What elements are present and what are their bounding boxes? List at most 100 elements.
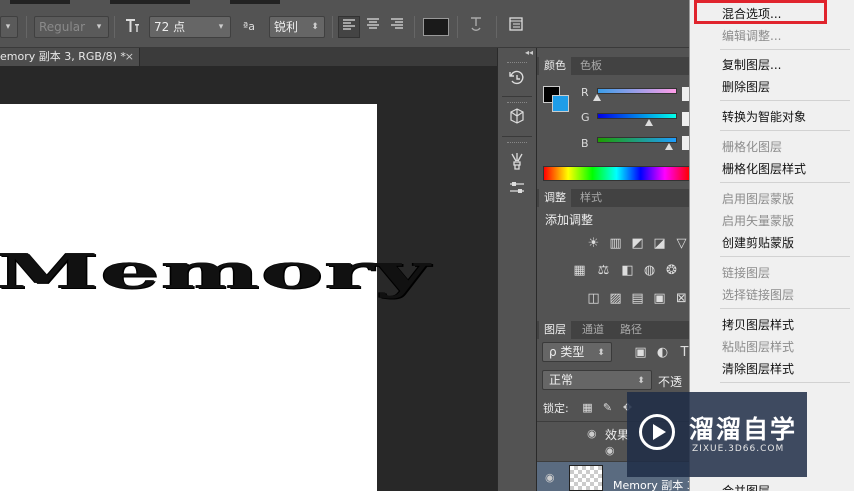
menu-item-link-layers: 链接图层 [722, 266, 771, 280]
exposure-icon[interactable]: ◪ [651, 236, 668, 251]
play-logo-icon [639, 414, 675, 450]
color-spectrum-bar[interactable] [543, 166, 690, 181]
antialias-value: 锐利 [274, 20, 299, 34]
canvas-area[interactable]: Memory [0, 66, 497, 491]
menu-item-rasterize-layer-style[interactable]: 栅格化图层样式 [722, 160, 806, 177]
tab-adjustments[interactable]: 调整 [539, 189, 571, 207]
color-balance-icon[interactable]: ⚖ [595, 263, 612, 278]
canvas-text-layer[interactable]: Memory [0, 244, 431, 300]
photo-filter-icon[interactable]: ◍ [641, 263, 658, 278]
opacity-label: 不透 [658, 375, 683, 389]
font-style-select[interactable]: Regular ▾ [34, 16, 109, 38]
text-color-swatch[interactable] [423, 18, 449, 36]
menu-bar-remnant [230, 0, 280, 4]
tab-color[interactable]: 颜色 [539, 57, 571, 75]
grip-icon[interactable] [507, 102, 527, 105]
collapsed-panel-strip: ◂◂ [497, 48, 537, 491]
menu-item-convert-smart-object[interactable]: 转换为智能对象 [722, 108, 806, 125]
add-adjustment-title: 添加调整 [545, 213, 594, 227]
channel-b-label: B [581, 137, 589, 150]
gradient-map-icon[interactable]: ▣ [651, 291, 668, 306]
channel-b-thumb[interactable] [665, 143, 673, 150]
curves-icon[interactable]: ◩ [629, 236, 646, 251]
font-family-dropdown-arrow[interactable]: ▾ [0, 16, 18, 38]
grip-icon[interactable] [507, 62, 527, 65]
hue-saturation-icon[interactable]: ▦ [571, 263, 588, 278]
menu-item-enable-layer-mask: 启用图层蒙版 [722, 192, 795, 206]
filter-image-icon[interactable]: ▣ [632, 345, 649, 360]
text-size-icon [121, 16, 143, 38]
menu-item-duplicate-layer[interactable]: 复制图层... [722, 56, 781, 73]
stepper-icon: ⬍ [311, 22, 319, 32]
brightness-icon[interactable]: ☀ [585, 236, 602, 251]
chevron-down-icon: ▾ [218, 22, 224, 32]
tab-swatches[interactable]: 色板 [575, 57, 607, 75]
menu-item-enable-vector-mask: 启用矢量蒙版 [722, 214, 795, 228]
align-right-button[interactable] [386, 16, 408, 38]
filter-adjustment-icon[interactable]: ◐ [654, 345, 671, 360]
posterize-icon[interactable]: ▨ [607, 291, 624, 306]
menu-item-clear-layer-style[interactable]: 清除图层样式 [722, 360, 794, 377]
channel-mixer-icon[interactable]: ❂ [663, 263, 680, 278]
brush-presets-icon[interactable] [505, 152, 529, 174]
stepper-icon: ⬍ [597, 348, 605, 358]
document-tab-bar: emory 副本 3, RGB/8) * × [0, 48, 497, 66]
blend-mode-value: 正常 [549, 373, 574, 387]
eye-icon[interactable]: ◉ [587, 427, 597, 440]
tool-presets-icon[interactable] [505, 180, 529, 202]
eye-icon[interactable]: ◉ [545, 471, 555, 484]
vibrance-icon[interactable]: ▽ [673, 236, 690, 251]
document-tab[interactable]: emory 副本 3, RGB/8) * × [0, 48, 140, 66]
channel-r-label: R [581, 86, 589, 99]
close-icon[interactable]: × [125, 48, 134, 66]
eye-icon[interactable]: ◉ [605, 444, 615, 457]
blend-mode-select[interactable]: 正常 ⬍ [542, 370, 652, 390]
history-icon[interactable] [505, 70, 529, 92]
black-white-icon[interactable]: ◧ [619, 263, 636, 278]
channel-g-thumb[interactable] [645, 119, 653, 126]
layers-panel-tabs: 图层 通道 路径 [537, 321, 690, 339]
threshold-icon[interactable]: ▤ [629, 291, 646, 306]
layer-thumbnail [569, 465, 603, 491]
options-bar: ▾ Regular ▾ 72 点 ▾ ªa 锐利 ⬍ [0, 0, 690, 48]
antialias-select[interactable]: 锐利 ⬍ [269, 16, 325, 38]
menu-item-select-linked-layers: 选择链接图层 [722, 288, 795, 302]
warp-text-icon[interactable] [465, 16, 487, 38]
menu-item-delete-layer[interactable]: 删除图层 [722, 78, 770, 95]
channel-g-slider[interactable] [597, 113, 677, 119]
background-color-swatch[interactable] [552, 95, 569, 112]
font-size-select[interactable]: 72 点 ▾ [149, 16, 231, 38]
menu-bar-remnant [10, 0, 70, 4]
menu-item-merge-layers[interactable]: 合并图层 [722, 482, 770, 491]
channel-g-label: G [581, 111, 590, 124]
channel-r-thumb[interactable] [593, 94, 601, 101]
selective-color-icon[interactable]: ⊠ [673, 291, 690, 306]
document-canvas[interactable]: Memory [0, 104, 429, 491]
grip-icon[interactable] [507, 142, 527, 145]
menu-item-rasterize-layer: 栅格化图层 [722, 140, 783, 154]
lock-pixels-icon[interactable]: ✎ [601, 401, 614, 414]
lock-transparent-icon[interactable]: ▦ [581, 401, 594, 414]
align-left-button[interactable] [338, 16, 360, 38]
document-tab-title: emory 副本 3, RGB/8) * [0, 50, 126, 63]
tab-styles[interactable]: 样式 [575, 189, 607, 207]
tab-channels[interactable]: 通道 [577, 321, 609, 339]
stepper-icon: ⬍ [637, 376, 645, 386]
collapse-arrows-icon[interactable]: ◂◂ [525, 48, 533, 57]
tab-layers[interactable]: 图层 [539, 321, 571, 339]
menu-item-copy-layer-style[interactable]: 拷贝图层样式 [722, 316, 794, 333]
menu-item-paste-layer-style: 粘贴图层样式 [722, 340, 795, 354]
levels-icon[interactable]: ▥ [607, 236, 624, 251]
invert-icon[interactable]: ◫ [585, 291, 602, 306]
menu-item-blending-options[interactable]: 混合选项... [722, 5, 781, 22]
menu-item-create-clipping-mask[interactable]: 创建剪贴蒙版 [722, 234, 794, 251]
align-center-button[interactable] [362, 16, 384, 38]
layer-filter-select[interactable]: ρ 类型 ⬍ [542, 342, 612, 362]
layer-name[interactable]: Memory 副本 3 [613, 477, 694, 491]
channel-r-slider[interactable] [597, 88, 677, 94]
watermark-title: 溜溜自学 [689, 415, 798, 444]
menu-item-edit-adjustment: 编辑调整... [722, 29, 782, 43]
tab-paths[interactable]: 路径 [615, 321, 647, 339]
3d-cube-icon[interactable] [505, 108, 529, 130]
character-panel-icon[interactable] [505, 16, 527, 38]
